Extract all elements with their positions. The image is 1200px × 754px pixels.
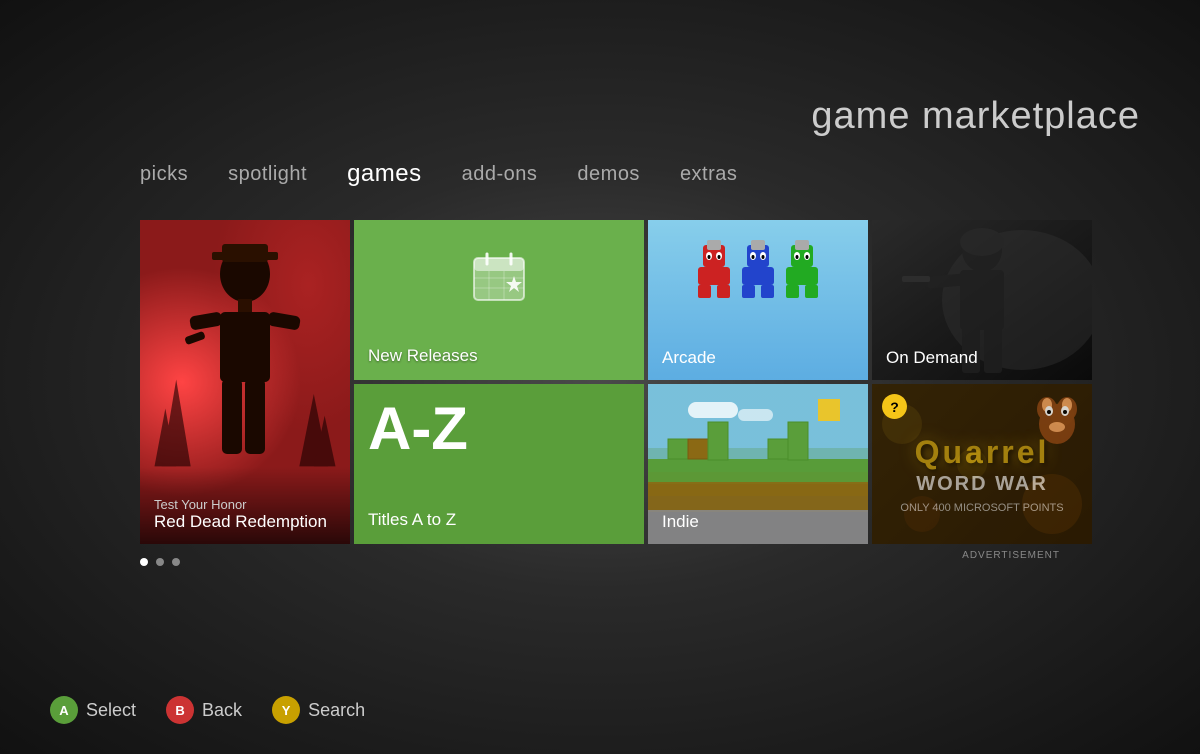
bottom-bar: A Select B Back Y Search: [50, 696, 365, 724]
tile-arcade[interactable]: Arcade: [648, 220, 868, 380]
rdr-title: Red Dead Redemption: [154, 512, 336, 532]
rdr-sub: Test Your Honor: [154, 497, 336, 512]
search-hint: Y Search: [272, 696, 365, 724]
tile-rdr[interactable]: Test Your Honor Red Dead Redemption: [140, 220, 350, 544]
tab-games[interactable]: games: [347, 160, 422, 188]
select-label: Select: [86, 700, 136, 721]
pagination-dot-3[interactable]: [172, 558, 180, 566]
quarrel-bg: ? Quarrel WORD WAR ONLY 400 MICROSOFT PO…: [872, 384, 1092, 544]
quarrel-question-icon: ?: [882, 394, 907, 419]
b-button: B: [166, 696, 194, 724]
tab-picks[interactable]: picks: [140, 163, 188, 186]
back-hint: B Back: [166, 696, 242, 724]
game-grid: New Releases: [140, 220, 1092, 544]
page-title: game marketplace: [811, 95, 1140, 138]
nav-tabs: picks spotlight games add-ons demos extr…: [140, 160, 737, 188]
advertisement-label: ADVERTISEMENT: [962, 550, 1060, 561]
search-label: Search: [308, 700, 365, 721]
az-big-letter: A-Z: [368, 399, 468, 459]
select-hint: A Select: [50, 696, 136, 724]
tile-on-demand[interactable]: On Demand: [872, 220, 1092, 380]
tab-demos[interactable]: demos: [577, 163, 640, 186]
new-releases-label: New Releases: [368, 346, 478, 366]
tab-spotlight[interactable]: spotlight: [228, 163, 307, 186]
pagination-dots: [140, 558, 180, 566]
tile-indie[interactable]: Indie: [648, 384, 868, 544]
on-demand-label: On Demand: [886, 348, 978, 368]
arcade-label: Arcade: [662, 348, 716, 368]
a-button: A: [50, 696, 78, 724]
az-label: Titles A to Z: [368, 510, 456, 530]
tile-az[interactable]: A-Z Titles A to Z: [354, 384, 644, 544]
y-button: Y: [272, 696, 300, 724]
back-label: Back: [202, 700, 242, 721]
tab-extras[interactable]: extras: [680, 163, 737, 186]
pagination-dot-2[interactable]: [156, 558, 164, 566]
indie-label: Indie: [662, 512, 699, 532]
tile-quarrel[interactable]: ? Quarrel WORD WAR ONLY 400 MICROSOFT PO…: [872, 384, 1092, 544]
tab-add-ons[interactable]: add-ons: [462, 163, 538, 186]
tile-new-releases[interactable]: New Releases: [354, 220, 644, 380]
rdr-label: Test Your Honor Red Dead Redemption: [140, 467, 350, 544]
new-releases-icon: [469, 250, 529, 317]
pagination-dot-1[interactable]: [140, 558, 148, 566]
